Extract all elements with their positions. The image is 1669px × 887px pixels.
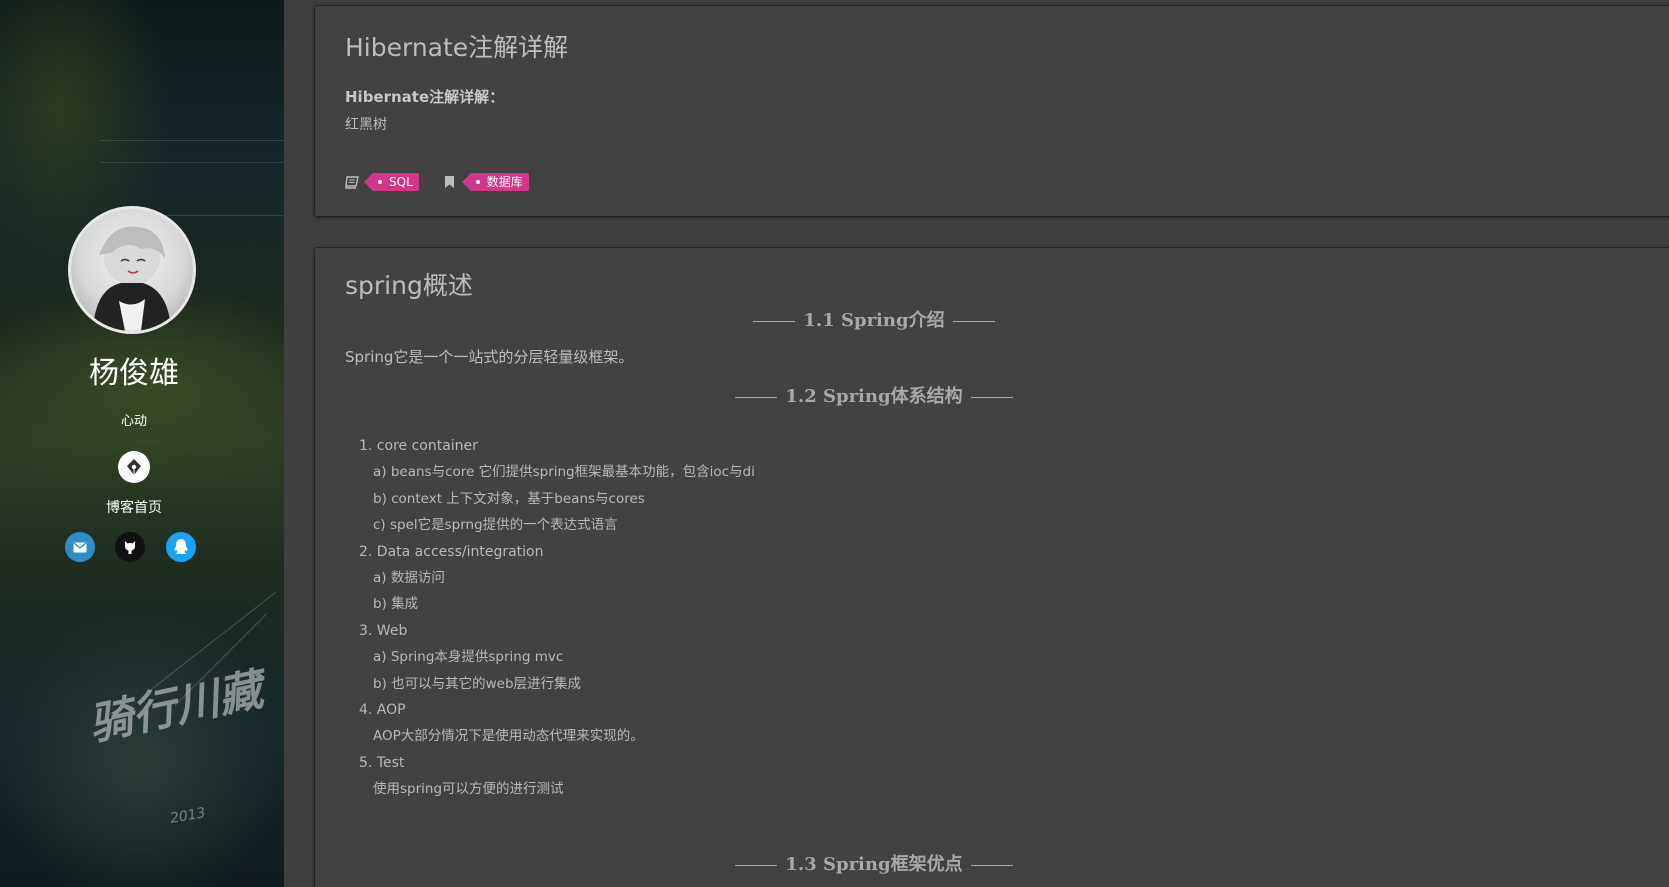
category-tag[interactable]: SQL [364,173,419,191]
pen-nib-icon[interactable] [118,451,150,483]
post-card: spring概述 1.1 Spring介绍 Spring它是一个一站式的分层轻量… [315,248,1669,887]
list-subitem: b) 也可以与其它的web层进行集成 [373,675,582,692]
power-line [100,162,284,163]
list-subitem: a) beans与core 它们提供spring框架最基本功能，包含ioc与di [373,464,755,481]
list-item: 5. Test [359,754,405,771]
github-icon[interactable] [115,532,145,562]
post-meta: SQL 数据库 [345,173,529,191]
list-item: 4. AOP [359,701,406,718]
structure-list: 1. core container a) beans与core 它们提供spri… [359,433,755,802]
list-subitem: c) spel它是sprng提供的一个表达式语言 [373,517,618,534]
post-excerpt-heading: Hibernate注解详解： [345,88,505,106]
avatar[interactable] [68,206,196,334]
section-heading: 1.2 Spring体系结构 [315,382,1669,408]
list-subitem: AOP大部分情况下是使用动态代理来实现的。 [373,728,644,745]
list-subitem: a) 数据访问 [373,569,445,586]
post-card: Hibernate注解详解 Hibernate注解详解： 红黑树 SQL 数据库 [315,6,1669,216]
author-name: 杨俊雄 [89,356,179,391]
list-subitem: 使用spring可以方便的进行测试 [373,781,564,798]
post-title[interactable]: Hibernate注解详解 [345,28,568,64]
poster-title: 骑行川藏 [84,664,268,751]
bookmark-icon [443,175,457,189]
post-title[interactable]: spring概述 [345,266,473,302]
power-line [100,140,284,141]
sidebar: 杨俊雄 心动 博客首页 骑行川藏 2013 [0,0,284,887]
poster-year: 2013 [168,805,207,827]
section-heading: 1.3 Spring框架优点 [315,850,1669,876]
list-item: 2. Data access/integration [359,543,544,560]
book-icon [345,175,359,189]
list-item: 3. Web [359,622,408,639]
list-subitem: b) 集成 [373,596,419,613]
author-motto: 心动 [120,414,147,429]
list-item: 1. core container [359,438,478,454]
paragraph: Spring它是一个一站式的分层轻量级框架。 [345,348,634,366]
qq-icon[interactable] [166,532,196,562]
label-tag[interactable]: 数据库 [461,173,529,191]
mail-icon[interactable] [65,532,95,562]
post-excerpt: 红黑树 [345,117,387,133]
list-subitem: b) context 上下文对象，基于beans与cores [373,490,645,507]
section-heading: 1.1 Spring介绍 [315,306,1669,332]
main-content: Hibernate注解详解 Hibernate注解详解： 红黑树 SQL 数据库 [284,0,1669,887]
list-subitem: a) Spring本身提供spring mvc [373,649,564,666]
blog-home-link[interactable]: 博客首页 [0,497,268,517]
